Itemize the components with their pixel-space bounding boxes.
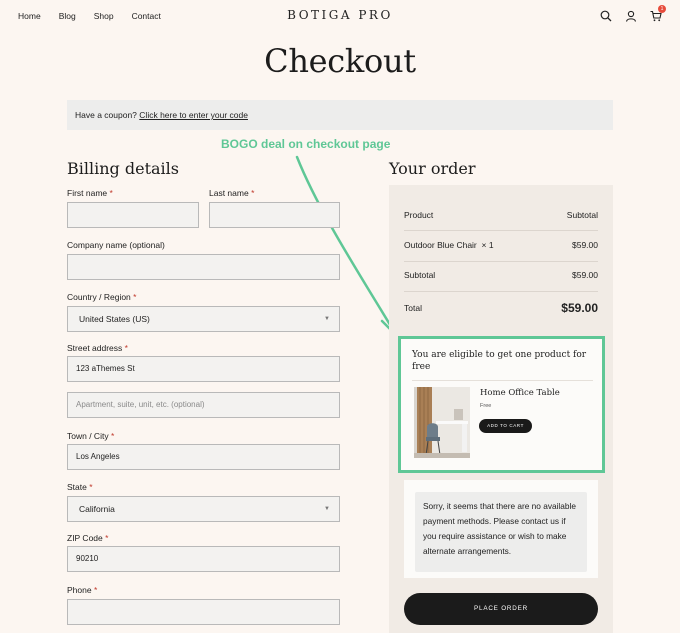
required-mark: * [251, 188, 255, 198]
coupon-text: Have a coupon? [75, 110, 137, 120]
site-logo[interactable]: BOTIGA PRO [0, 8, 680, 22]
first-name-label-text: First name [67, 188, 108, 198]
coupon-link[interactable]: Click here to enter your code [139, 110, 248, 120]
bogo-title: You are eligible to get one product for … [412, 350, 587, 372]
street-address-2-field[interactable]: Apartment, suite, unit, etc. (optional) [67, 392, 340, 418]
order-title: Your order [389, 159, 476, 178]
cart-count-badge: 1 [658, 5, 666, 13]
last-name-label: Last name * [209, 188, 254, 198]
state-label: State * [67, 482, 93, 492]
phone-label: Phone * [67, 585, 97, 595]
col-product: Product [404, 210, 434, 220]
chevron-down-icon: ▼ [324, 316, 330, 322]
required-mark: * [133, 292, 137, 302]
col-subtotal: Subtotal [566, 210, 598, 220]
total-value: $59.00 [561, 301, 598, 315]
zip-label-text: ZIP Code [67, 533, 103, 543]
billing-title: Billing details [67, 159, 179, 178]
city-field[interactable]: Los Angeles [67, 444, 340, 470]
required-mark: * [110, 431, 115, 441]
account-icon[interactable] [625, 9, 637, 22]
zip-field[interactable]: 90210 [67, 546, 340, 572]
add-to-cart-button[interactable]: ADD TO CART [479, 419, 532, 433]
street-label: Street address * [67, 343, 128, 353]
street-label-text: Street address [67, 343, 123, 353]
country-label-text: Country / Region [67, 292, 131, 302]
order-item-qty: × 1 [481, 240, 494, 250]
bogo-product-name[interactable]: Home Office Table [480, 388, 560, 398]
required-mark: * [105, 533, 109, 543]
order-item: Outdoor Blue Chair × 1 [404, 240, 494, 250]
payment-methods-box: Sorry, it seems that there are no availa… [404, 480, 598, 578]
divider [404, 230, 598, 231]
order-header-row: Product Subtotal [404, 210, 598, 220]
last-name-field[interactable] [209, 202, 340, 228]
country-label: Country / Region * [67, 292, 136, 302]
page-title: Checkout [264, 42, 416, 80]
city-label: Town / City * [67, 431, 114, 441]
order-item-price: $59.00 [572, 240, 598, 250]
cart-icon[interactable]: 1 [650, 5, 666, 22]
search-icon[interactable] [600, 9, 612, 22]
subtotal-value: $59.00 [572, 270, 598, 280]
state-select[interactable]: California ▼ [67, 496, 340, 522]
order-item-row: Outdoor Blue Chair × 1 $59.00 [404, 240, 598, 250]
annotation-label: BOGO deal on checkout page [221, 137, 391, 151]
state-label-text: State [67, 482, 87, 492]
divider [412, 380, 593, 381]
subtotal-row: Subtotal $59.00 [404, 270, 598, 280]
place-order-button[interactable]: PLACE ORDER [404, 593, 598, 625]
company-label: Company name (optional) [67, 240, 165, 250]
phone-field[interactable] [67, 599, 340, 625]
country-select[interactable]: United States (US) ▼ [67, 306, 340, 332]
order-item-name: Outdoor Blue Chair [404, 240, 477, 250]
required-mark: * [93, 585, 98, 595]
city-label-text: Town / City [67, 431, 109, 441]
total-row: Total $59.00 [404, 301, 598, 315]
country-value: United States (US) [79, 314, 150, 324]
divider [404, 291, 598, 292]
zip-label: ZIP Code * [67, 533, 108, 543]
first-name-label: First name * [67, 188, 113, 198]
required-mark: * [109, 188, 113, 198]
bogo-offer-box: You are eligible to get one product for … [398, 336, 605, 473]
first-name-field[interactable] [67, 202, 199, 228]
company-field[interactable] [67, 254, 340, 280]
chevron-down-icon: ▼ [324, 506, 330, 512]
required-mark: * [89, 482, 93, 492]
no-payment-methods-notice: Sorry, it seems that there are no availa… [415, 492, 587, 572]
phone-label-text: Phone [67, 585, 92, 595]
subtotal-label: Subtotal [404, 270, 436, 280]
bogo-product-price: Free [480, 403, 492, 409]
street-address-field[interactable]: 123 aThemes St [67, 356, 340, 382]
product-image[interactable] [414, 387, 470, 458]
state-value: California [79, 504, 115, 514]
total-label: Total [404, 303, 422, 313]
header-icons: 1 [600, 5, 666, 22]
last-name-label-text: Last name [209, 188, 249, 198]
divider [404, 261, 598, 262]
coupon-notice: Have a coupon? Click here to enter your … [67, 100, 613, 130]
required-mark: * [124, 343, 128, 353]
